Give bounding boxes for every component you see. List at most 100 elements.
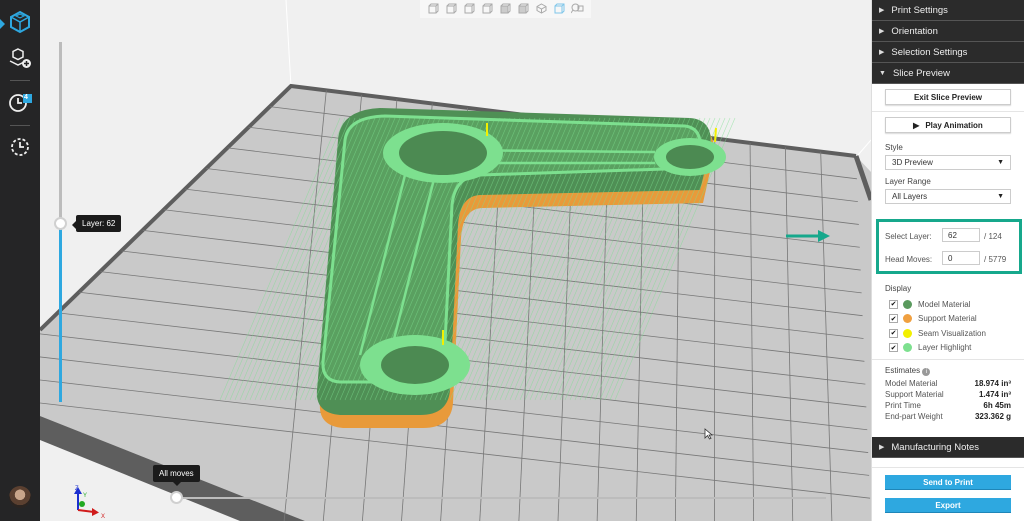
estimate-value: 1.474 in³ <box>978 390 1011 399</box>
axis-z-label: Z <box>75 486 79 492</box>
layer-range-select[interactable]: All Layers ▼ <box>885 189 1011 204</box>
print-history-icon[interactable] <box>8 135 32 159</box>
display-item[interactable]: ✔ Support Material <box>889 312 1024 327</box>
estimates-label: Estimates i <box>885 366 1011 376</box>
section-label: Selection Settings <box>891 46 968 58</box>
send-to-print-button[interactable]: Send to Print <box>885 475 1011 490</box>
estimate-row: End-part Weight 323.362 g <box>885 412 1011 423</box>
queue-badge: 4 <box>24 94 28 101</box>
settings-panel: ▶ Print Settings ▶ Orientation ▶ Selection … <box>871 0 1024 521</box>
display-list: ✔ Model Material ✔ Support Material ✔ Seam Vi… <box>872 297 1024 355</box>
view-perspective-icon[interactable] <box>552 1 567 16</box>
layer-range-select-value: All Layers <box>892 192 928 201</box>
annotation-arrow <box>786 230 830 242</box>
add-model-icon[interactable] <box>8 46 32 70</box>
build-plate-scene <box>40 0 871 521</box>
style-select[interactable]: 3D Preview ▼ <box>885 155 1011 170</box>
head-moves-tooltip: All moves <box>153 465 200 486</box>
axis-gizmo: Z Y X <box>74 486 105 520</box>
select-layer-label: Select Layer: <box>885 232 932 241</box>
view-bottom-icon[interactable] <box>516 1 531 16</box>
head-moves-input[interactable]: 0 <box>942 251 980 265</box>
view-left-icon[interactable] <box>462 1 477 16</box>
chevron-down-icon: ▼ <box>879 69 886 77</box>
separator <box>10 80 30 81</box>
style-select-value: 3D Preview <box>892 158 933 167</box>
display-item-label: Seam Visualization <box>918 328 986 338</box>
chevron-right-icon: ▶ <box>879 49 885 56</box>
estimate-row: Print Time 6h 45m <box>885 401 1011 412</box>
estimate-value: 6h 45m <box>983 401 1011 410</box>
head-moves-slider-handle[interactable] <box>170 491 183 504</box>
export-button[interactable]: Export <box>885 498 1011 513</box>
display-label: Display <box>885 284 912 293</box>
view-iso-icon[interactable] <box>534 1 549 16</box>
layer-slider-handle[interactable] <box>54 217 67 230</box>
color-swatch <box>903 343 912 353</box>
display-item-label: Support Material <box>918 314 977 324</box>
chevron-right-icon: ▶ <box>879 444 885 451</box>
estimate-label: Support Material <box>885 390 944 399</box>
color-swatch <box>903 314 912 324</box>
mouse-cursor <box>704 428 714 440</box>
section-label: Orientation <box>891 25 938 37</box>
chevron-right-icon: ▶ <box>879 7 885 14</box>
layer-tooltip: Layer: 62 <box>71 215 122 232</box>
info-icon[interactable]: i <box>922 368 931 376</box>
chevron-right-icon: ▶ <box>879 28 885 35</box>
checkbox[interactable]: ✔ <box>889 328 898 338</box>
estimate-value: 323.362 g <box>974 412 1011 421</box>
view-toolbar <box>420 0 591 18</box>
display-item[interactable]: ✔ Seam Visualization <box>889 326 1024 341</box>
head-moves-label: Head Moves: <box>885 255 933 264</box>
layer-slider-fill <box>59 224 62 402</box>
estimate-row: Model Material 18.974 in³ <box>885 379 1011 390</box>
play-icon: ▶ <box>913 120 920 130</box>
display-item-label: Model Material <box>918 299 971 309</box>
section-orientation[interactable]: ▶ Orientation <box>872 21 1024 42</box>
dropdown-caret-icon: ▼ <box>997 159 1004 166</box>
section-print-settings[interactable]: ▶ Print Settings <box>872 0 1024 21</box>
layer-slider[interactable] <box>54 42 67 402</box>
view-top-icon[interactable] <box>498 1 513 16</box>
play-animation-button[interactable]: ▶ Play Animation <box>885 117 1011 133</box>
section-label: Slice Preview <box>892 67 950 79</box>
left-toolbar: 4 <box>0 0 40 521</box>
head-moves-slider[interactable] <box>176 497 826 499</box>
estimate-label: Model Material <box>885 379 938 388</box>
estimate-value: 18.974 in³ <box>974 379 1011 388</box>
section-label: Print Settings <box>891 4 948 16</box>
layer-range-label: Layer Range <box>885 177 931 186</box>
slice-preview-cube-icon[interactable] <box>8 10 32 34</box>
style-label: Style <box>885 143 903 152</box>
print-queue-icon[interactable]: 4 <box>8 91 32 115</box>
exit-slice-preview-button[interactable]: Exit Slice Preview <box>885 89 1011 105</box>
display-item[interactable]: ✔ Model Material <box>889 297 1024 312</box>
section-selection-settings[interactable]: ▶ Selection Settings <box>872 42 1024 63</box>
view-back-icon[interactable] <box>444 1 459 16</box>
select-layer-input[interactable]: 62 <box>942 228 980 242</box>
checkbox[interactable]: ✔ <box>889 314 898 324</box>
section-manufacturing-notes[interactable]: ▶ Manufacturing Notes <box>872 437 1024 458</box>
view-right-icon[interactable] <box>480 1 495 16</box>
axis-y-label: Y <box>83 493 87 499</box>
divider <box>872 467 1024 468</box>
estimate-label: End-part Weight <box>885 412 943 421</box>
active-indicator <box>0 19 5 29</box>
color-swatch <box>903 299 912 309</box>
play-animation-label: Play Animation <box>925 120 983 130</box>
view-zoom-fit-icon[interactable] <box>570 1 585 16</box>
display-item[interactable]: ✔ Layer Highlight <box>889 341 1024 356</box>
dropdown-caret-icon: ▼ <box>997 193 1004 200</box>
select-layer-total: / 124 <box>984 232 1002 241</box>
color-swatch <box>903 328 912 338</box>
display-item-label: Layer Highlight <box>918 343 972 353</box>
user-avatar[interactable] <box>9 486 31 508</box>
section-slice-preview[interactable]: ▼ Slice Preview <box>872 63 1024 84</box>
axis-x-label: X <box>101 514 105 520</box>
checkbox[interactable]: ✔ <box>889 343 898 353</box>
checkbox[interactable]: ✔ <box>889 299 898 309</box>
head-moves-total: / 5779 <box>984 255 1007 264</box>
view-front-icon[interactable] <box>426 1 441 16</box>
3d-viewport[interactable]: Layer: 62 All moves Z Y X <box>40 0 871 521</box>
